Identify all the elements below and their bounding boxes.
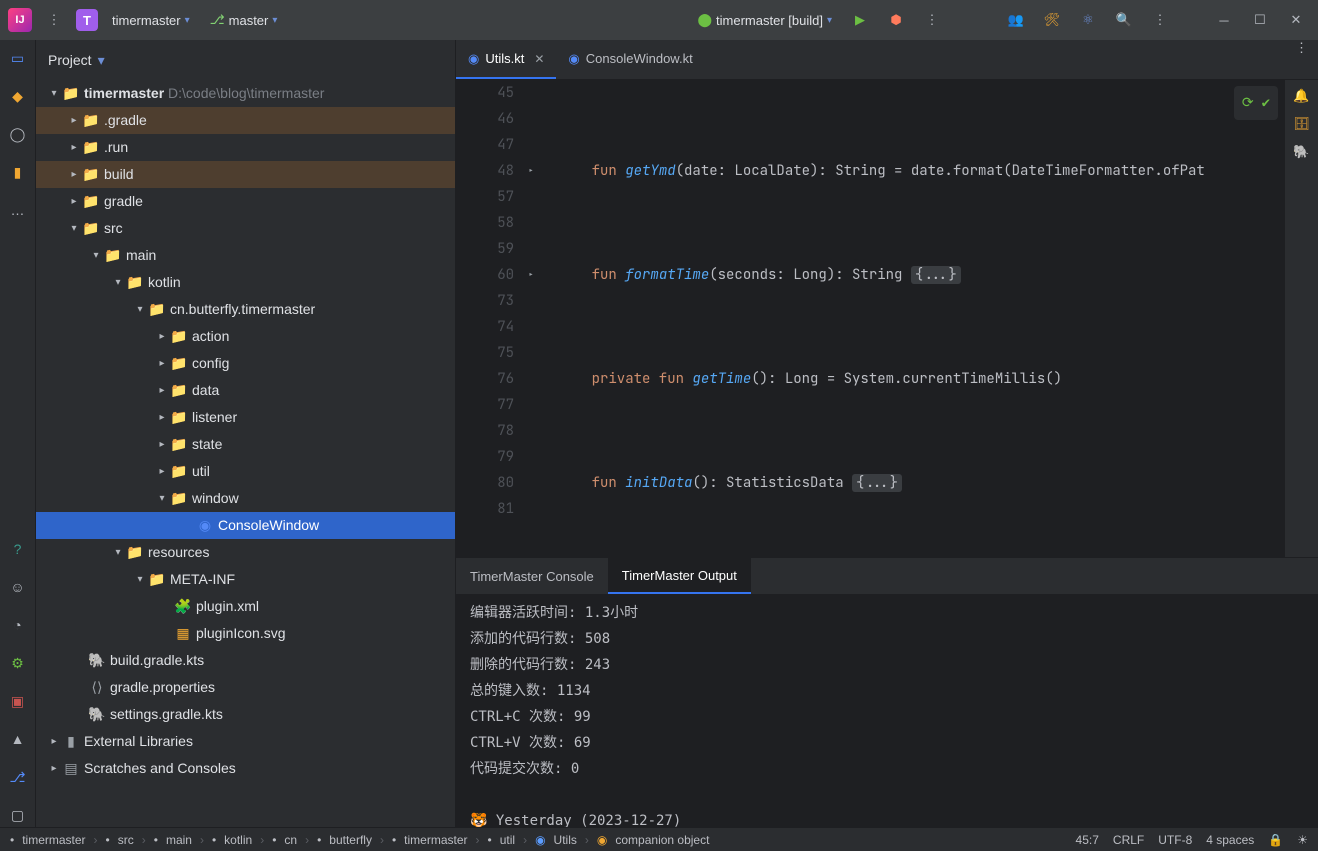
gradle-elephant-icon[interactable]: 🐘 bbox=[1293, 144, 1309, 160]
ide-logo: IJ bbox=[8, 8, 32, 32]
fold-gutter[interactable]: ▸ ▸ bbox=[528, 80, 546, 557]
project-selector[interactable]: timermaster▾ bbox=[106, 9, 196, 32]
tab-consolewindow[interactable]: ◉ConsoleWindow.kt bbox=[556, 40, 704, 79]
profiler-icon[interactable]: ◔ bbox=[6, 613, 30, 637]
cwm-icon[interactable]: 👥 bbox=[1002, 6, 1030, 34]
git-icon[interactable]: ⎇ bbox=[6, 765, 30, 789]
branch-selector[interactable]: ⎇ master▾ bbox=[204, 8, 284, 32]
branch-icon: ⎇ bbox=[210, 12, 225, 28]
file-encoding[interactable]: UTF-8 bbox=[1158, 833, 1192, 847]
line-gutter: 4546474857585960737475767778798081 bbox=[456, 80, 528, 557]
project-tree[interactable]: 📁timermaster D:\code\blog\timermaster 📁.… bbox=[36, 80, 455, 827]
editor-zone: ◉Utils.kt✕ ◉ConsoleWindow.kt ⋮ ⟳ ✔ 45464… bbox=[456, 40, 1318, 827]
console-tab[interactable]: TimerMaster Console bbox=[456, 558, 608, 594]
notifications-icon[interactable]: 🔔 bbox=[1293, 88, 1309, 104]
sync-icon[interactable]: ⟳ bbox=[1242, 90, 1254, 116]
console-output[interactable]: 编辑器活跃时间: 1.3小时 添加的代码行数: 508 删除的代码行数: 243… bbox=[456, 594, 1318, 827]
more-tools-icon[interactable]: … bbox=[6, 198, 30, 222]
hide-icon[interactable]: ▢ bbox=[6, 803, 30, 827]
services-icon[interactable]: ☺ bbox=[6, 575, 30, 599]
minimize-icon[interactable]: ─ bbox=[1210, 6, 1238, 34]
project-panel-header[interactable]: Project▾ bbox=[36, 40, 455, 80]
vcs-icon[interactable]: ◯ bbox=[6, 122, 30, 146]
debug-icon[interactable]: ⬢ bbox=[882, 6, 910, 34]
project-panel: Project▾ 📁timermaster D:\code\blog\timer… bbox=[36, 40, 456, 827]
tab-menu-icon[interactable]: ⋮ bbox=[1285, 40, 1318, 79]
project-tool-icon[interactable]: ▭ bbox=[6, 46, 30, 70]
project-badge[interactable]: T bbox=[76, 9, 98, 31]
main-menu-icon[interactable]: ⋮ bbox=[40, 6, 68, 34]
titlebar: IJ ⋮ T timermaster▾ ⎇ master▾ ⬤ timermas… bbox=[0, 0, 1318, 40]
bookmark-icon[interactable]: ▮ bbox=[6, 160, 30, 184]
ai-icon[interactable]: ⚛ bbox=[1074, 6, 1102, 34]
help-icon[interactable]: ? bbox=[6, 537, 30, 561]
inspect-icon[interactable]: ☀ bbox=[1297, 833, 1308, 847]
gradle-tool-icon[interactable]: ⚙ bbox=[6, 651, 30, 675]
tab-utils[interactable]: ◉Utils.kt✕ bbox=[456, 40, 556, 79]
bottom-panel: TimerMaster Console TimerMaster Output 编… bbox=[456, 557, 1318, 827]
problems-icon[interactable]: ▲ bbox=[6, 727, 30, 751]
tree-selected-item: ◉ConsoleWindow bbox=[36, 512, 455, 539]
left-tool-stripe: ▭ ◆ ◯ ▮ … ? ☺ ◔ ⚙ ▣ ▲ ⎇ ▢ bbox=[0, 40, 36, 827]
run-icon[interactable]: ▶ bbox=[846, 6, 874, 34]
settings-icon[interactable]: ⋮ bbox=[1146, 6, 1174, 34]
editor-tabs: ◉Utils.kt✕ ◉ConsoleWindow.kt ⋮ bbox=[456, 40, 1318, 80]
output-tab[interactable]: TimerMaster Output bbox=[608, 558, 751, 594]
more-icon[interactable]: ⋮ bbox=[918, 6, 946, 34]
run-config-selector[interactable]: ⬤ timermaster [build]▾ bbox=[691, 8, 838, 32]
code-editor[interactable]: ⟳ ✔ 4546474857585960737475767778798081 ▸… bbox=[456, 80, 1284, 557]
gradle-icon: ⬤ bbox=[697, 12, 712, 28]
structure-icon[interactable]: ◆ bbox=[6, 84, 30, 108]
check-icon: ✔ bbox=[1262, 90, 1270, 116]
indent-setting[interactable]: 4 spaces bbox=[1206, 833, 1254, 847]
line-separator[interactable]: CRLF bbox=[1113, 833, 1144, 847]
close-icon[interactable]: ✕ bbox=[534, 52, 544, 66]
right-tool-stripe: 🔔 🗄 🐘 bbox=[1284, 80, 1318, 557]
build-icon[interactable]: 🛠 bbox=[1038, 6, 1066, 34]
search-icon[interactable]: 🔍 bbox=[1110, 6, 1138, 34]
terminal-icon[interactable]: ▣ bbox=[6, 689, 30, 713]
caret-position[interactable]: 45:7 bbox=[1076, 833, 1099, 847]
breadcrumb[interactable]: • bbox=[10, 833, 14, 847]
db-icon[interactable]: 🗄 bbox=[1293, 116, 1310, 132]
close-icon[interactable]: ✕ bbox=[1282, 6, 1310, 34]
readonly-icon[interactable]: 🔒 bbox=[1268, 833, 1283, 847]
maximize-icon[interactable]: ☐ bbox=[1246, 6, 1274, 34]
statusbar: • timermaster› •src› •main› •kotlin› •cn… bbox=[0, 827, 1318, 851]
code-area[interactable]: fun getYmd(date: LocalDate): String = da… bbox=[546, 80, 1284, 557]
